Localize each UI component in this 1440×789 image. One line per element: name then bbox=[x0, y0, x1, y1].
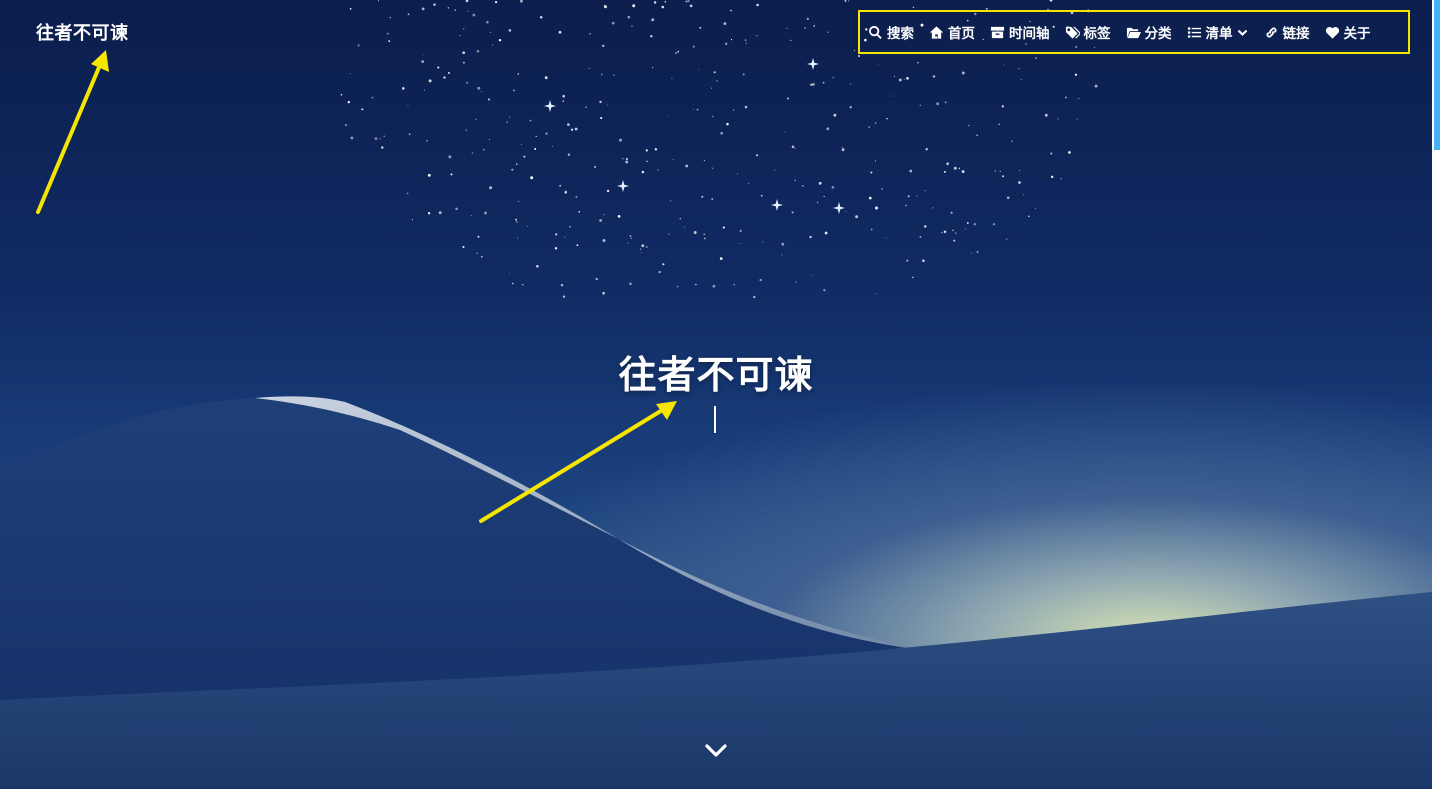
scroll-down-button[interactable] bbox=[702, 739, 730, 763]
nav-item-label: 首页 bbox=[948, 26, 975, 42]
nav-item-categories[interactable]: 分类 bbox=[1126, 22, 1172, 42]
nav-item-home[interactable]: 首页 bbox=[929, 22, 975, 42]
chevron-down-icon bbox=[705, 744, 727, 757]
site-brand-link[interactable]: 往者不可谏 bbox=[36, 19, 129, 45]
nav-item-about[interactable]: 关于 bbox=[1325, 22, 1371, 42]
nav-item-label: 链接 bbox=[1282, 26, 1310, 42]
typing-cursor bbox=[714, 406, 716, 433]
list-icon bbox=[1187, 26, 1201, 38]
heart-icon bbox=[1325, 26, 1339, 39]
tags-icon bbox=[1065, 26, 1080, 39]
nav-item-label: 时间轴 bbox=[1009, 26, 1050, 42]
folder-open-icon bbox=[1126, 27, 1141, 38]
nav-item-label: 分类 bbox=[1144, 26, 1172, 42]
hero-title: 往者不可谏 bbox=[618, 352, 814, 397]
nav-item-list-menu[interactable]: 清单 bbox=[1187, 22, 1249, 42]
main-nav: 搜索 首页 时间轴 标签 分类 清单 链接 关于 bbox=[858, 10, 1410, 54]
scrollbar-thumb[interactable] bbox=[1434, 0, 1440, 150]
page-scrollbar[interactable] bbox=[1432, 0, 1440, 789]
nav-item-timeline[interactable]: 时间轴 bbox=[990, 22, 1050, 42]
hero-banner: 往者不可谏 搜索 首页 时间轴 标签 分类 清单 链接 关于 往者不可谏 bbox=[0, 0, 1440, 789]
nav-item-label: 关于 bbox=[1343, 26, 1371, 42]
nav-item-links[interactable]: 链接 bbox=[1264, 22, 1310, 42]
chevron-down-icon bbox=[1237, 29, 1247, 36]
nav-item-label: 清单 bbox=[1205, 26, 1233, 42]
archive-icon bbox=[990, 26, 1005, 38]
nav-item-label: 标签 bbox=[1083, 26, 1111, 42]
link-icon bbox=[1266, 27, 1276, 37]
nav-item-label: 搜索 bbox=[887, 26, 914, 42]
nav-item-tags[interactable]: 标签 bbox=[1065, 22, 1111, 42]
nav-item-search[interactable]: 搜索 bbox=[868, 22, 914, 42]
search-icon bbox=[869, 25, 882, 39]
home-icon bbox=[929, 25, 944, 39]
